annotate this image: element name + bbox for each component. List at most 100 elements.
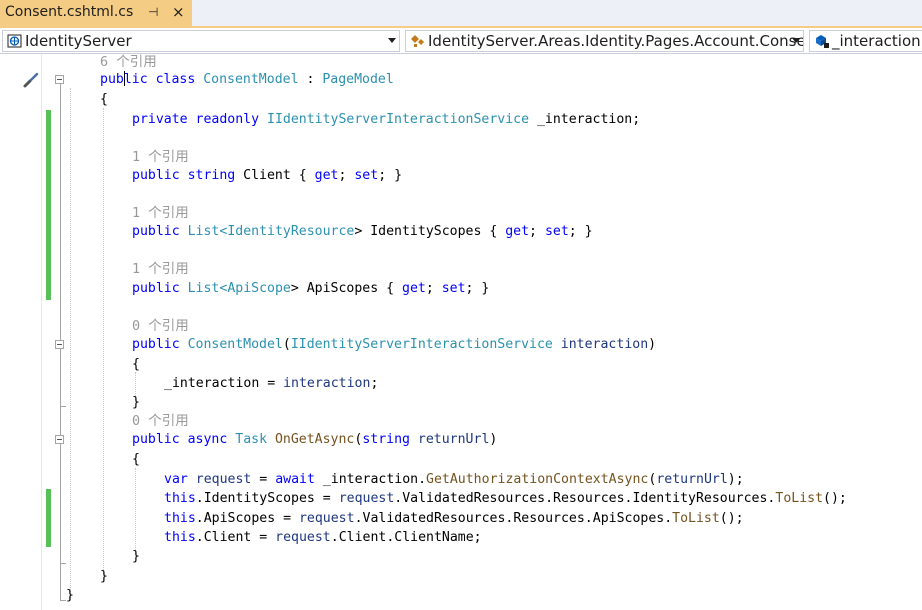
fold-end bbox=[60, 563, 66, 564]
local-variable: request bbox=[195, 472, 252, 487]
keyword: set bbox=[441, 281, 466, 296]
parameter: returnUrl bbox=[656, 472, 728, 487]
punct: ; bbox=[529, 224, 545, 239]
reference-count-client[interactable]: 1 个引用 bbox=[132, 148, 189, 167]
member-dropdown[interactable]: _interaction bbox=[809, 30, 922, 52]
code-line-class-declaration: public class ConsentModel : PageModel bbox=[100, 70, 394, 89]
keyword: var bbox=[164, 472, 188, 487]
reference-count-identity-scopes[interactable]: 1 个引用 bbox=[132, 204, 189, 223]
navigation-bar: IdentityServer IdentityServer.Areas.Iden… bbox=[0, 28, 922, 54]
type-name: List bbox=[187, 224, 220, 239]
keyword: string bbox=[362, 432, 410, 447]
code-line-client-assign: this.Client = request.Client.ClientName; bbox=[164, 528, 482, 547]
chevron-down-icon bbox=[388, 38, 396, 43]
fold-toggle-method[interactable] bbox=[55, 435, 64, 444]
code-line-brace: } bbox=[132, 549, 140, 564]
punct: ( bbox=[282, 337, 291, 352]
keyword: async bbox=[187, 432, 228, 447]
change-bar bbox=[46, 489, 51, 547]
reference-count-api-scopes[interactable]: 1 个引用 bbox=[132, 260, 189, 279]
punct: (); bbox=[823, 491, 847, 506]
keyword: this bbox=[164, 530, 196, 545]
fold-toggle-ctor[interactable] bbox=[55, 340, 64, 349]
fold-toggle-class[interactable] bbox=[55, 75, 64, 84]
identifier: .IdentityScopes = bbox=[195, 491, 339, 506]
punct: ) bbox=[648, 337, 657, 352]
type-name: Task bbox=[235, 432, 268, 447]
keyword: await bbox=[275, 472, 315, 487]
punct: ); bbox=[727, 472, 744, 487]
type-dropdown[interactable]: IdentityServer.Areas.Identity.Pages.Acco… bbox=[405, 30, 804, 52]
indent-guide bbox=[70, 88, 71, 600]
pin-icon[interactable]: ⊣ bbox=[148, 5, 158, 19]
code-line-api-scopes-property: public List<ApiScope> ApiScopes { get; s… bbox=[132, 279, 489, 298]
parameter: interaction bbox=[560, 337, 649, 352]
punct: ) bbox=[489, 432, 498, 447]
identifier: .Client.ClientName; bbox=[330, 530, 482, 545]
method-name: OnGetAsync bbox=[274, 432, 355, 447]
code-line-request: var request = await _interaction.GetAuth… bbox=[164, 470, 744, 489]
keyword: pub bbox=[100, 72, 124, 87]
punct: (); bbox=[719, 511, 744, 526]
identifier: .ValidatedResources.Resources.IdentityRe… bbox=[394, 491, 776, 506]
document-tab-strip: Consent.cshtml.cs ⊣ × bbox=[0, 0, 922, 26]
glyph-margin-separator bbox=[41, 54, 42, 610]
keyword: public bbox=[132, 337, 180, 352]
code-line-brace: { bbox=[100, 92, 108, 107]
brush-icon[interactable] bbox=[21, 71, 41, 89]
project-name: IdentityServer bbox=[25, 32, 132, 50]
project-dropdown[interactable]: IdentityServer bbox=[2, 30, 400, 52]
type-name: ConsentModel bbox=[203, 72, 299, 87]
type-name: List bbox=[187, 281, 220, 296]
keyword: get bbox=[505, 224, 530, 239]
document-tab[interactable]: Consent.cshtml.cs ⊣ × bbox=[0, 0, 192, 26]
identifier: .Client = bbox=[195, 530, 276, 545]
method-name: ToList bbox=[775, 491, 824, 506]
code-line-client-property: public string Client { get; set; } bbox=[132, 166, 402, 185]
type-name: ApiScope bbox=[227, 281, 291, 296]
code-line-assignment: _interaction = interaction; bbox=[164, 374, 378, 393]
code-line-identity-scopes-assign: this.IdentityScopes = request.ValidatedR… bbox=[164, 489, 847, 508]
code-line-on-get-async: public async Task OnGetAsync(string retu… bbox=[132, 430, 497, 449]
identifier: .ValidatedResources.Resources.ApiScopes. bbox=[354, 511, 673, 526]
close-icon[interactable]: × bbox=[172, 3, 185, 21]
local-variable: request bbox=[298, 511, 355, 526]
identifier: > IdentityScopes { bbox=[354, 224, 506, 239]
keyword: lic bbox=[123, 72, 148, 87]
field-icon bbox=[816, 35, 829, 48]
type-name: IIdentityServerInteractionService bbox=[290, 337, 553, 352]
punct: ; } bbox=[568, 224, 593, 239]
keyword: public bbox=[132, 168, 180, 183]
type-name: ConsentModel bbox=[187, 337, 283, 352]
keyword: set bbox=[544, 224, 569, 239]
reference-count-ctor[interactable]: 0 个引用 bbox=[132, 317, 189, 336]
punct: = bbox=[251, 472, 276, 487]
identifier: > ApiScopes { bbox=[290, 281, 402, 296]
punct: ; } bbox=[378, 168, 403, 183]
chevron-down-icon bbox=[792, 38, 800, 43]
keyword: private bbox=[132, 112, 188, 127]
punct: ; } bbox=[465, 281, 490, 296]
type-name: IdentityResource bbox=[227, 224, 355, 239]
keyword: get bbox=[402, 281, 426, 296]
code-line-field: private readonly IIdentityServerInteract… bbox=[132, 110, 640, 129]
code-line-api-scopes-assign: this.ApiScopes = request.ValidatedResour… bbox=[164, 509, 744, 528]
local-variable: request bbox=[275, 530, 331, 545]
local-variable: request bbox=[338, 491, 395, 506]
code-line-identity-scopes-property: public List<IdentityResource> IdentitySc… bbox=[132, 222, 593, 241]
keyword: this bbox=[164, 491, 196, 506]
indent-guide bbox=[103, 108, 104, 580]
keyword: public bbox=[132, 432, 180, 447]
reference-count-get[interactable]: 0 个引用 bbox=[132, 412, 189, 431]
code-line-brace: } bbox=[66, 588, 74, 603]
type-name: IdentityServer.Areas.Identity.Pages.Acco… bbox=[428, 32, 804, 50]
keyword: public bbox=[132, 281, 180, 296]
